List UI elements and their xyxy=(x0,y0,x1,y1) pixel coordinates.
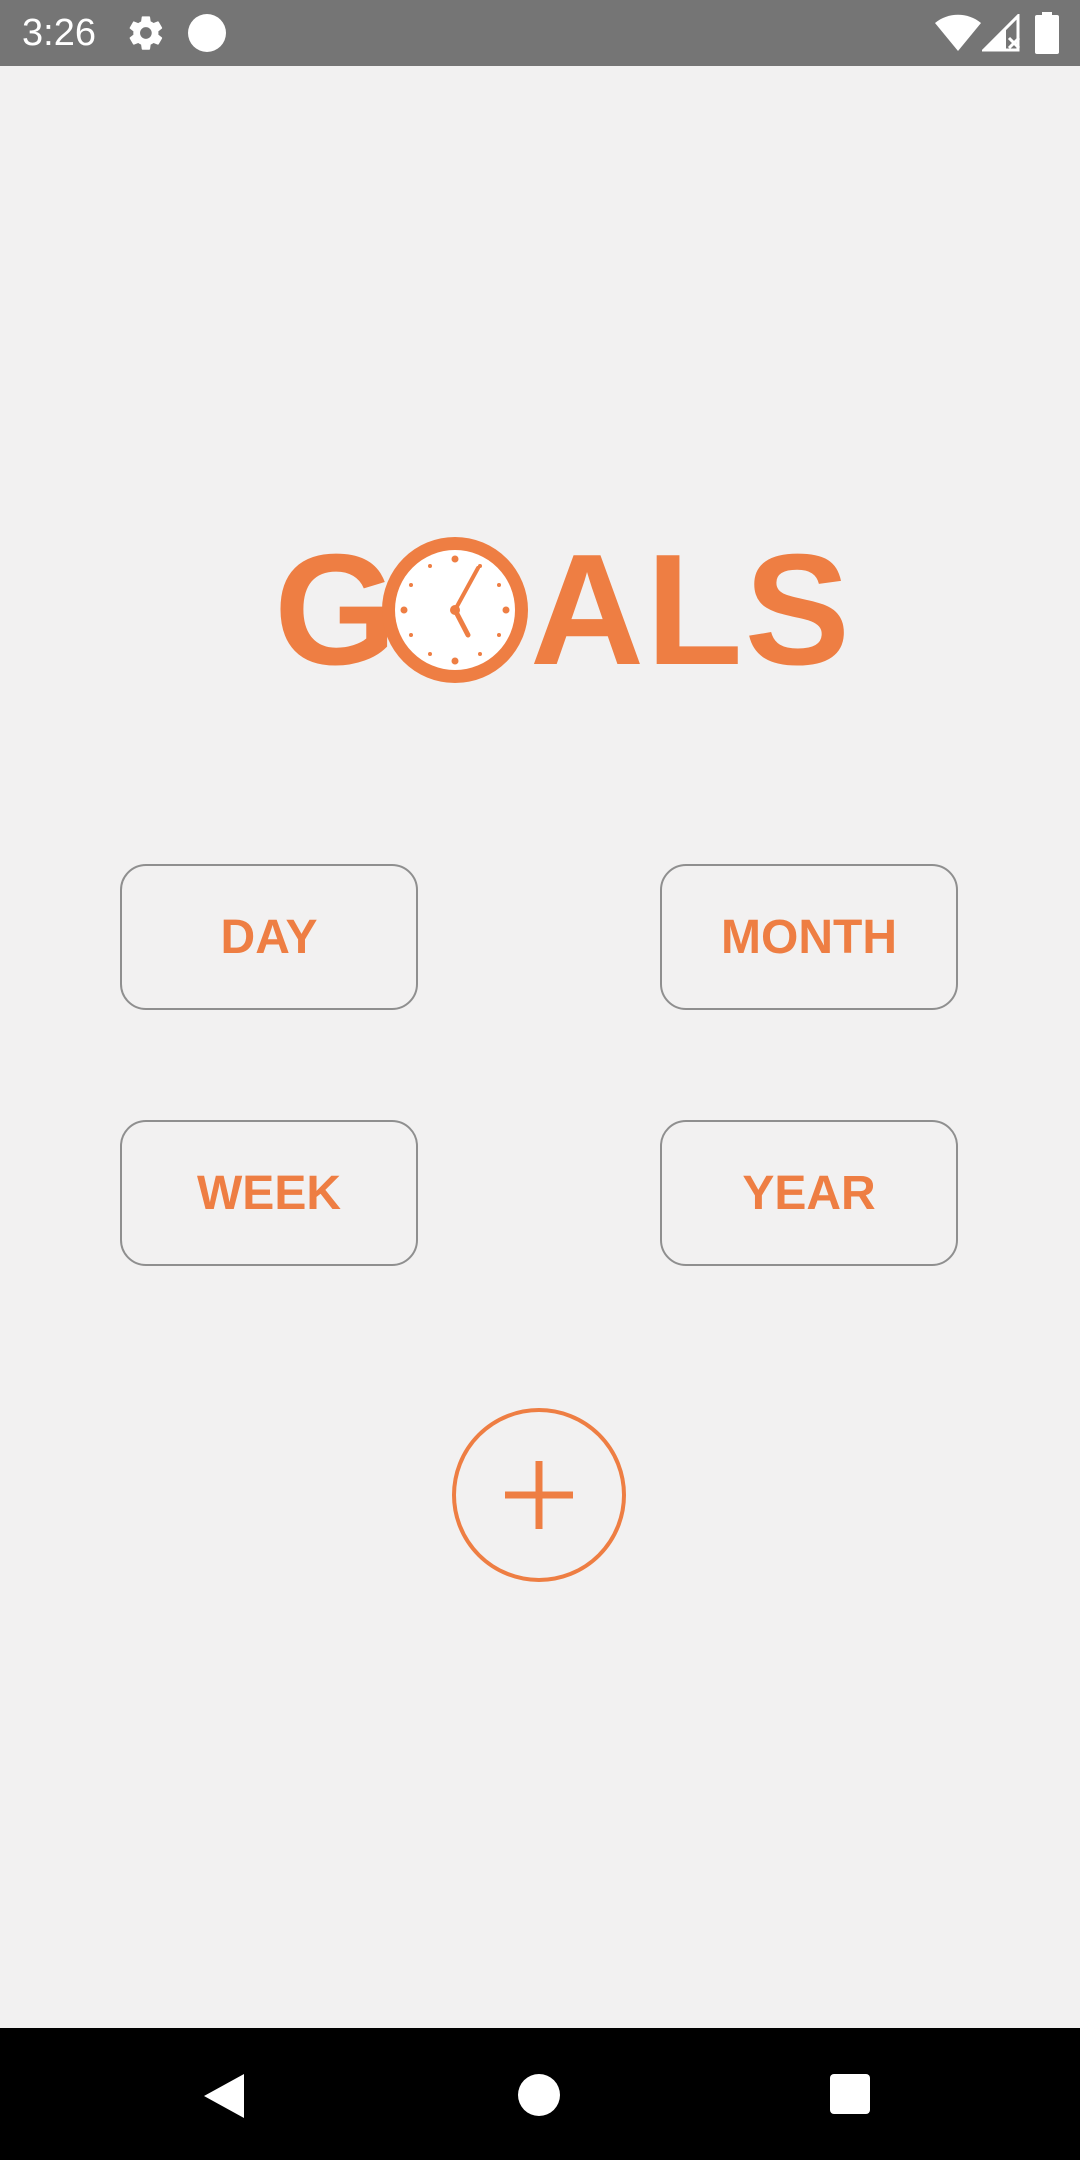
week-button-label: WEEK xyxy=(197,1166,341,1220)
status-time: 3:26 xyxy=(22,12,96,54)
navigation-bar xyxy=(0,2028,1080,2160)
month-button-label: MONTH xyxy=(721,910,897,964)
week-button[interactable]: WEEK xyxy=(120,1120,418,1266)
add-goal-button[interactable] xyxy=(452,1408,626,1582)
month-button[interactable]: MONTH xyxy=(660,864,958,1010)
plus-icon xyxy=(505,1461,573,1529)
signal-icon xyxy=(982,14,1021,52)
goals-logo: G ALS xyxy=(270,530,850,690)
day-button-label: DAY xyxy=(220,910,318,964)
day-button[interactable]: DAY xyxy=(120,864,418,1010)
circle-notification-icon xyxy=(188,14,226,52)
recents-icon[interactable] xyxy=(830,2074,870,2114)
home-icon[interactable] xyxy=(518,2074,560,2116)
year-button[interactable]: YEAR xyxy=(660,1120,958,1266)
logo-letters-als: ALS xyxy=(530,522,852,698)
goals-screen: 3:26 G ALS DAY MONTH WEEK YEAR xyxy=(0,0,1080,2160)
back-icon[interactable] xyxy=(204,2074,246,2118)
year-button-label: YEAR xyxy=(742,1166,876,1220)
wifi-icon xyxy=(935,14,981,51)
gear-icon xyxy=(129,16,163,50)
clock-icon xyxy=(382,537,528,683)
status-bar: 3:26 xyxy=(0,0,1080,66)
battery-icon xyxy=(1035,12,1059,54)
